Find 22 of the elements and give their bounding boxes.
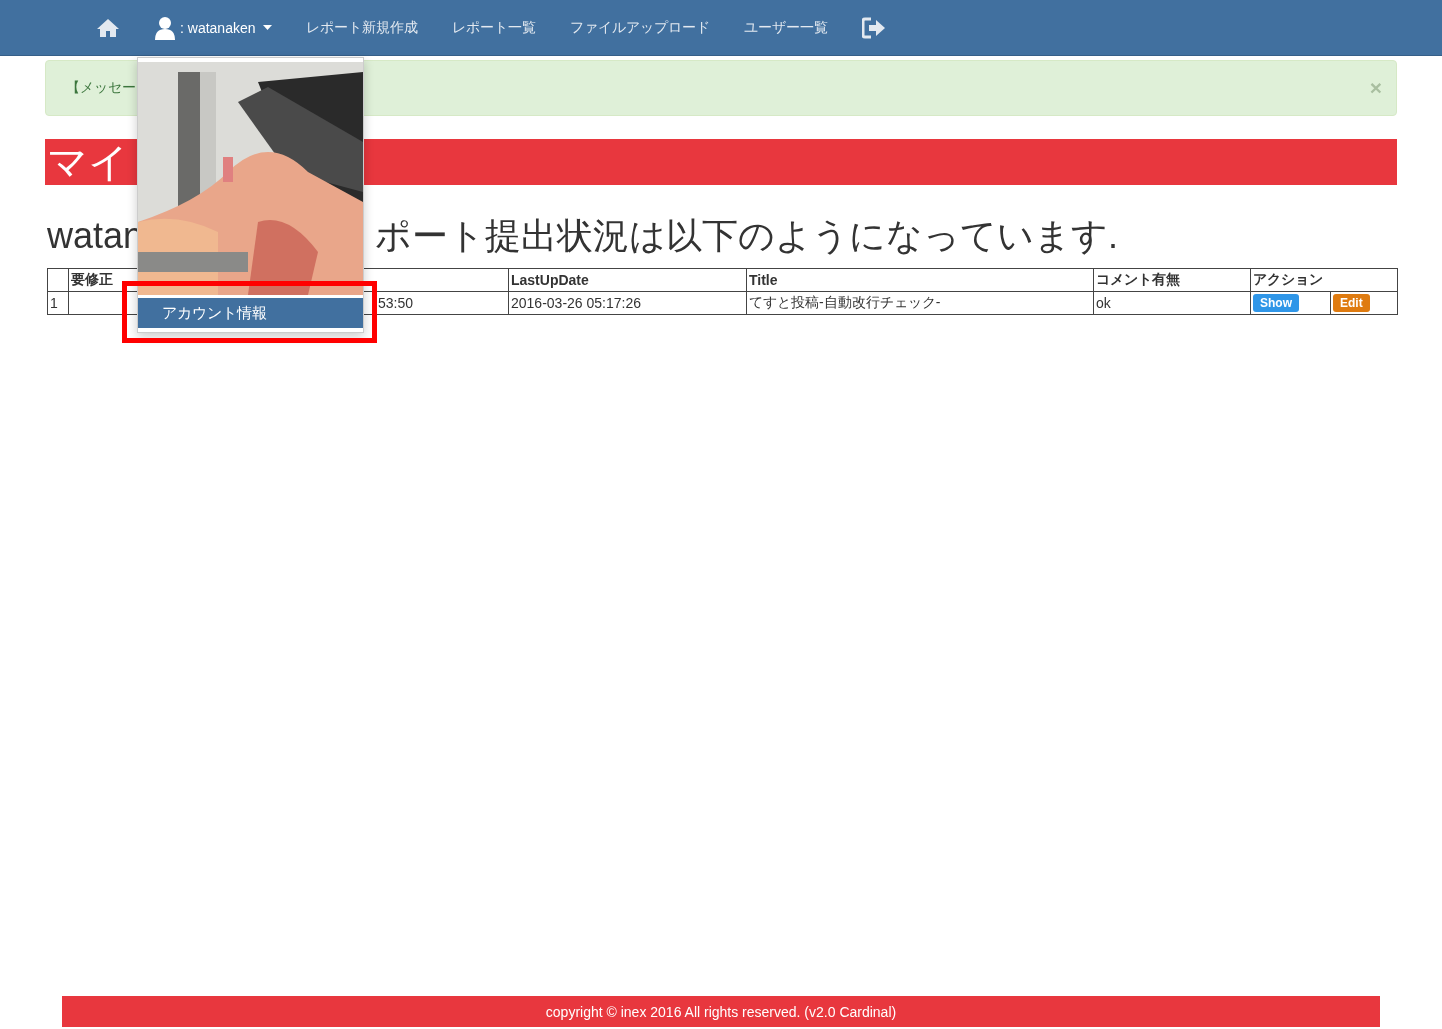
banner-title: マイ [47, 139, 129, 185]
table-cell: 2016-03-26 05:17:26 [508, 291, 747, 315]
column-header: Title [746, 268, 1094, 292]
column-header: アクション [1250, 268, 1398, 292]
alert-text: 【メッセー [66, 79, 137, 97]
menu-item[interactable]: アカウント情報 [138, 298, 363, 328]
copyright-text: copyright © inex 2016 All rights reserved. (v2.0 Cardinal) [545, 1003, 897, 1020]
heading-text: ポート提出状況は以下のようになっています. [375, 215, 1119, 257]
nav-link[interactable]: ファイルアップロード [552, 0, 727, 56]
table-cell: てすと投稿-自動改行チェック- [746, 291, 1094, 315]
table-cell: 1 [47, 291, 69, 315]
nav-link[interactable]: レポート一覧 [434, 0, 553, 56]
nav-link[interactable]: ユーザー一覧 [726, 0, 845, 56]
edit-button[interactable]: Edit [1333, 294, 1370, 312]
user-icon [154, 15, 176, 40]
user-menu[interactable]: : watanaken [137, 0, 289, 56]
table-cell: ok [1093, 291, 1251, 315]
caret-icon [262, 25, 272, 30]
show-button[interactable]: Show [1253, 294, 1299, 312]
column-header: LastUpDate [508, 268, 747, 292]
column-header: コメント有無 [1093, 268, 1251, 292]
nav-link[interactable]: レポート新規作成 [288, 0, 435, 56]
